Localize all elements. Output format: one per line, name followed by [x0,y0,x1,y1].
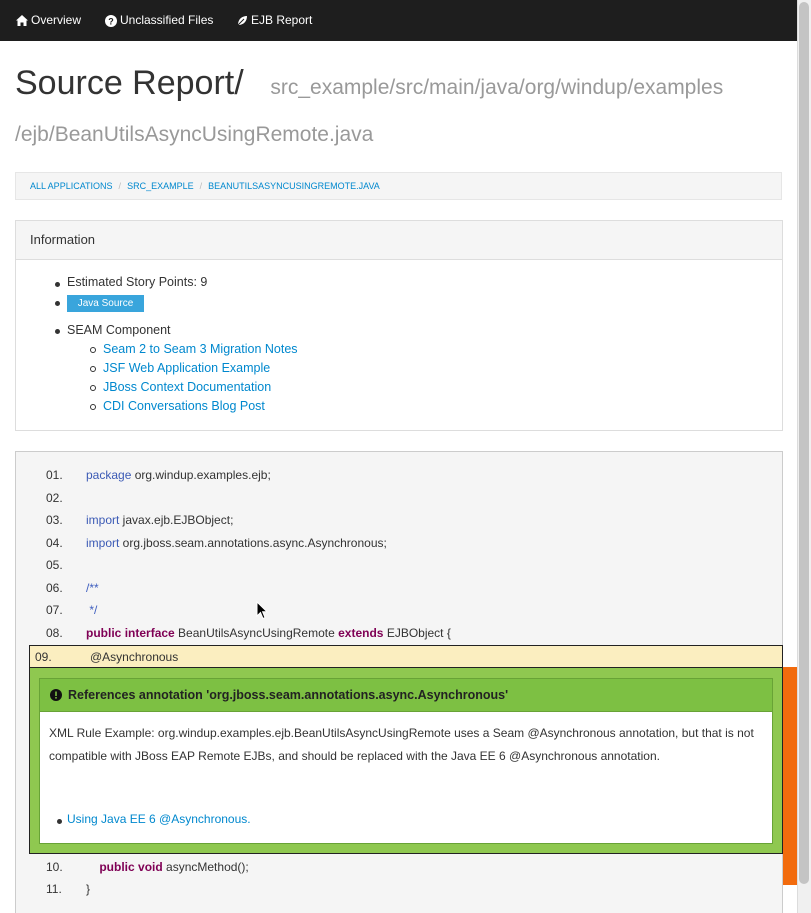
list-bullet [57,819,62,824]
line-number: 08. [46,625,63,640]
code-token: import [86,535,120,550]
nav-ejb-report-label: EJB Report [251,13,313,27]
breadcrumb-current-file[interactable]: BEANUTILSASYNCUSINGREMOTE.JAVA [208,181,380,191]
code-line: 05. [16,554,782,576]
line-number: 11. [46,882,62,896]
information-panel: Information Estimated Story Points: 9 Ja… [15,220,783,431]
code-line: 07. */ [16,599,782,621]
line-source: /** [86,577,99,599]
mouse-cursor-icon [256,601,268,620]
line-number: 07. [46,603,63,617]
question-circle-icon: ? [105,14,117,27]
seam-component-label: SEAM Component [67,323,171,337]
page-title: Source Report/ src_example/src/main/java… [15,62,775,156]
list-bullet [90,366,96,372]
exclamation-circle-icon [50,689,62,701]
code-token: void [138,860,163,874]
list-bullet [90,404,96,410]
file-path-file: /ejb/BeanUtilsAsyncUsingRemote.java [15,123,374,146]
hint-title-text: References annotation 'org.jboss.seam.an… [68,688,509,702]
hint-panel: References annotation 'org.jboss.seam.an… [39,678,773,844]
hint-description: XML Rule Example: org.windup.examples.ej… [49,726,754,763]
line-source: @Asynchronous [90,650,179,664]
line-source: import org.jboss.seam.annotations.async.… [86,532,387,554]
nav-overview-label: Overview [31,13,82,27]
code-line: 04. import org.jboss.seam.annotations.asy… [16,532,782,554]
link-jsf-web-app-example[interactable]: JSF Web Application Example [103,361,270,375]
information-heading: Information [16,221,782,260]
leaf-icon [237,16,247,26]
code-token: } [86,882,91,896]
list-bullet [55,329,60,334]
home-icon [16,15,28,26]
line-source: public void asyncMethod(); [86,856,249,878]
code-token: org.jboss.seam.annotations.async.Asynchr… [119,535,387,550]
code-token: public [99,860,135,874]
list-bullet [55,282,60,287]
breadcrumb: ALL APPLICATIONS / SRC_EXAMPLE / BEANUTI… [15,172,782,200]
line-number: 03. [46,513,63,527]
code-token: extends [338,625,384,640]
code-token: package [86,468,132,482]
nav-unclassified-files-label: Unclassified Files [120,13,214,27]
code-token: BeanUtilsAsyncUsingRemote [174,625,339,640]
line-number: 01. [46,468,63,482]
nav-unclassified-files[interactable]: ? Unclassified Files [105,0,213,41]
line-number: 09. [35,650,52,664]
nav-ejb-report[interactable]: EJB Report [237,0,312,41]
line-source: package org.windup.examples.ejb; [86,464,271,486]
code-token: */ [86,603,98,617]
line-source: public interface BeanUtilsAsyncUsingRemo… [86,622,451,644]
link-jboss-context-docs[interactable]: JBoss Context Documentation [103,380,271,394]
code-token: import [86,513,120,527]
code-line: 10. public void asyncMethod(); [16,856,782,878]
page-title-main: Source Report/ [15,64,244,102]
nav-overview[interactable]: Overview [16,0,81,41]
line-source: import javax.ejb.EJBObject; [86,509,233,531]
issue-marker-bar [783,667,797,885]
top-navbar: Overview ? Unclassified Files EJB Report [0,0,797,41]
hint-container: References annotation 'org.jboss.seam.an… [29,667,783,854]
breadcrumb-separator: / [118,181,122,191]
code-line: 06. /** [16,577,782,599]
highlighted-code-line: 09. @Asynchronous [29,645,783,668]
line-number: 02. [46,490,63,505]
line-number: 05. [46,558,63,572]
code-line: 03. import javax.ejb.EJBObject; [16,509,782,531]
hint-link-java-ee-async[interactable]: Using Java EE 6 @Asynchronous. [67,812,251,826]
scrollbar-thumb[interactable] [799,2,809,884]
code-line: 02. [16,487,782,509]
link-seam-migration-notes[interactable]: Seam 2 to Seam 3 Migration Notes [103,342,298,356]
code-line: 01. package org.windup.examples.ejb; [16,464,782,486]
line-number: 06. [46,580,63,595]
code-line: 11.} [16,878,782,900]
line-number: 04. [46,535,63,550]
code-token: interface [124,625,175,640]
file-path-dir: src_example/src/main/java/org/windup/exa… [270,76,724,99]
breadcrumb-all-applications[interactable]: ALL APPLICATIONS [30,181,113,191]
code-token: /** [86,580,99,595]
breadcrumb-src-example[interactable]: SRC_EXAMPLE [127,181,194,191]
breadcrumb-separator: / [199,181,203,191]
code-token: org.windup.examples.ejb; [131,468,271,482]
list-bullet [90,347,96,353]
java-source-tag: Java Source [67,295,144,312]
code-token: javax.ejb.EJBObject; [119,513,234,527]
code-token: asyncMethod(); [162,860,249,874]
hint-title: References annotation 'org.jboss.seam.an… [40,679,772,712]
line-source: */ [86,599,97,621]
link-cdi-conversations-blog[interactable]: CDI Conversations Blog Post [103,399,265,413]
svg-text:?: ? [108,16,114,26]
list-bullet [90,385,96,391]
list-bullet [55,301,60,306]
code-token: public [86,625,122,640]
line-number: 10. [46,860,63,874]
code-token: EJBObject { [383,625,451,640]
code-line: 08. public interface BeanUtilsAsyncUsingR… [16,622,782,644]
story-points: Estimated Story Points: 9 [67,275,208,289]
line-source: } [86,878,90,900]
